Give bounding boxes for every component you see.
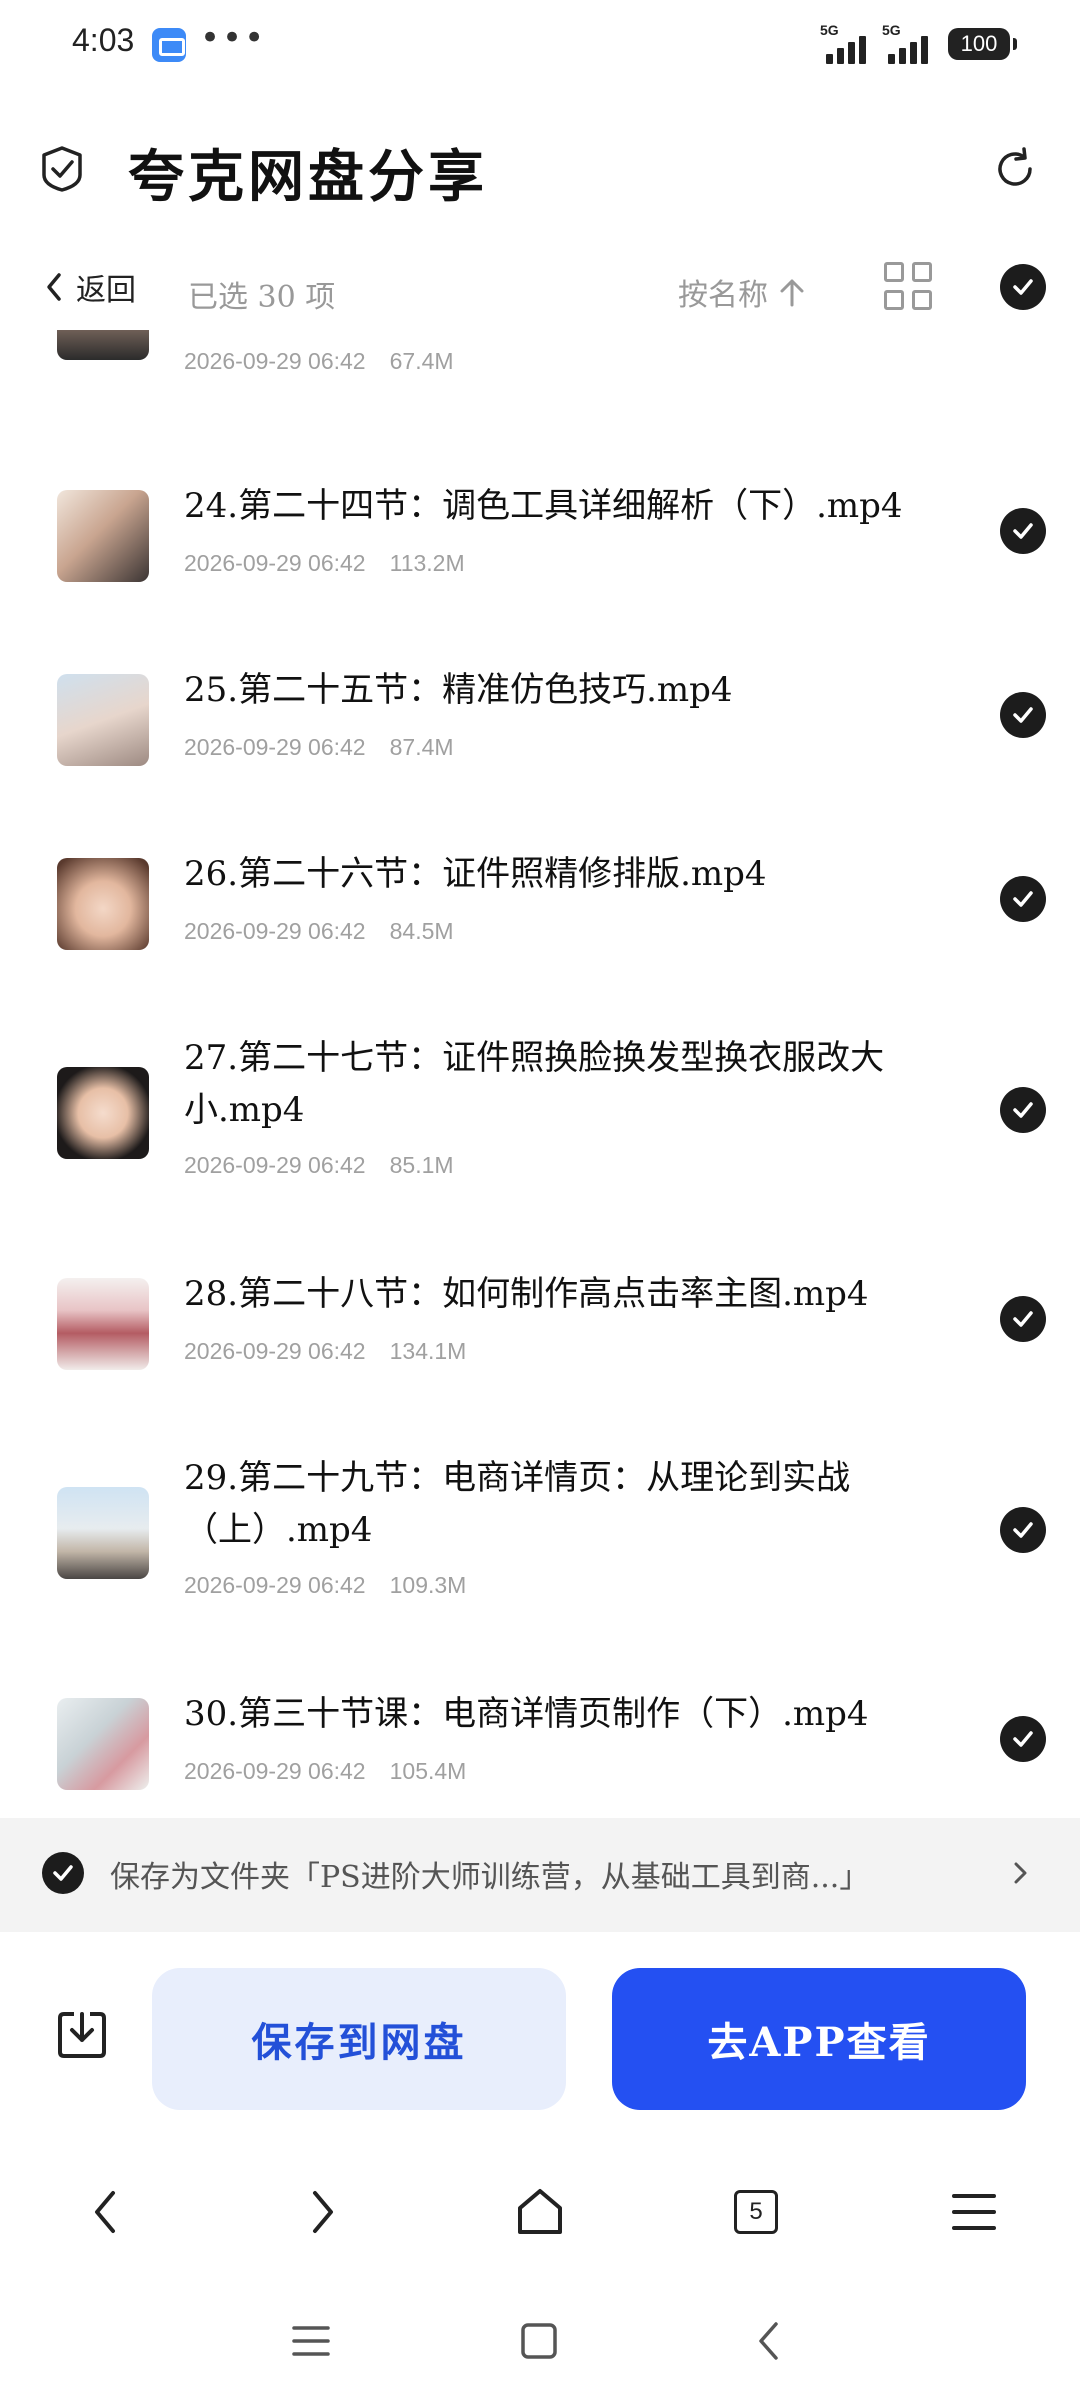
video-thumbnail	[57, 1487, 149, 1579]
status-time: 4:03	[72, 22, 135, 58]
file-meta: 2026-09-29 06:42 85.1M	[184, 1152, 454, 1179]
file-size: 105.4M	[389, 1758, 467, 1784]
refresh-icon[interactable]	[990, 144, 1040, 194]
video-thumbnail	[57, 490, 149, 582]
battery-icon: 100	[948, 28, 1017, 60]
back-button[interactable]: 返回	[44, 262, 136, 312]
file-size: 134.1M	[389, 1338, 467, 1364]
file-row[interactable]: 29.第二十九节：电商详情页：从理论到实战（上）.mp4 2026-09-29 …	[0, 1452, 1080, 1652]
action-bar: 保存到网盘 去APP查看	[0, 1932, 1080, 2142]
chevron-left-icon	[47, 273, 61, 301]
file-date: 2026-09-29 06:42	[184, 1152, 366, 1178]
sort-button[interactable]: 按名称	[678, 270, 806, 314]
browser-nav-bar: 5	[0, 2142, 1080, 2282]
select-all-check-icon[interactable]	[1000, 264, 1046, 310]
tabs-count: 5	[734, 2190, 778, 2234]
check-circle-icon[interactable]	[1000, 876, 1046, 922]
save-folder-text: 保存为文件夹「PS进阶大师训练营，从基础工具到商...」	[110, 1860, 870, 1895]
video-thumbnail	[57, 858, 149, 950]
file-size: 87.4M	[389, 734, 454, 760]
video-thumbnail	[57, 1067, 149, 1159]
file-row[interactable]: 24.第二十四节：调色工具详细解析（下）.mp4 2026-09-29 06:4…	[0, 480, 1080, 630]
back-icon[interactable]	[76, 2182, 136, 2242]
system-back-icon[interactable]	[744, 2316, 794, 2366]
tabs-icon[interactable]: 5	[726, 2182, 786, 2242]
video-thumbnail	[57, 330, 149, 360]
file-meta: 2026-09-29 06:42 67.4M	[184, 348, 454, 375]
home-icon[interactable]	[510, 2182, 570, 2242]
save-folder-bar[interactable]: 保存为文件夹「PS进阶大师训练营，从基础工具到商...」	[0, 1818, 1080, 1932]
file-size: 84.5M	[389, 918, 454, 944]
file-row[interactable]: 27.第二十七节：证件照换脸换发型换衣服改大小.mp4 2026-09-29 0…	[0, 1032, 1080, 1232]
file-meta: 2026-09-29 06:42 84.5M	[184, 918, 454, 945]
menu-icon[interactable]	[944, 2182, 1004, 2242]
browser-app-icon	[152, 28, 186, 62]
shield-check-icon	[42, 146, 82, 192]
file-date: 2026-09-29 06:42	[184, 1758, 366, 1784]
check-circle-icon[interactable]	[42, 1852, 84, 1894]
file-name: 29.第二十九节：电商详情页：从理论到实战（上）.mp4	[184, 1458, 851, 1550]
file-date: 2026-09-29 06:42	[184, 1572, 366, 1598]
video-thumbnail	[57, 1278, 149, 1370]
sort-up-icon	[780, 279, 804, 307]
check-circle-icon[interactable]	[1000, 1716, 1046, 1762]
selection-toolbar: 返回 已选 30 项 按名称	[0, 250, 1080, 324]
file-row[interactable]: 30.第三十节课：电商详情页制作（下）.mp4 2026-09-29 06:42…	[0, 1688, 1080, 1818]
file-name: 27.第二十七节：证件照换脸换发型换衣服改大小.mp4	[184, 1038, 885, 1130]
file-date: 2026-09-29 06:42	[184, 1338, 366, 1364]
page-title: 夸克网盘分享	[128, 144, 488, 210]
file-row[interactable]: 25.第二十五节：精准仿色技巧.mp4 2026-09-29 06:42 87.…	[0, 664, 1080, 814]
file-size: 67.4M	[389, 348, 454, 374]
check-circle-icon[interactable]	[1000, 1507, 1046, 1553]
file-list: 2026-09-29 06:42 67.4M 24.第二十四节：调色工具详细解析…	[0, 330, 1080, 1818]
file-name: 24.第二十四节：调色工具详细解析（下）.mp4	[184, 486, 903, 526]
title-bar: 夸克网盘分享	[0, 110, 1080, 220]
signal-icon: 5G	[820, 22, 880, 64]
file-meta: 2026-09-29 06:42 109.3M	[184, 1572, 466, 1599]
file-size: 85.1M	[389, 1152, 454, 1178]
file-date: 2026-09-29 06:42	[184, 348, 366, 374]
file-name: 30.第三十节课：电商详情页制作（下）.mp4	[184, 1694, 869, 1734]
grid-view-icon[interactable]	[884, 262, 932, 310]
sort-label: 按名称	[678, 278, 768, 313]
check-circle-icon[interactable]	[1000, 692, 1046, 738]
system-nav-bar	[0, 2282, 1080, 2400]
file-meta: 2026-09-29 06:42 113.2M	[184, 550, 465, 577]
file-date: 2026-09-29 06:42	[184, 918, 366, 944]
recents-icon[interactable]	[286, 2316, 336, 2366]
status-bar: 4:03 ••• 5G 5G 100	[0, 0, 1080, 90]
file-meta: 2026-09-29 06:42 105.4M	[184, 1758, 466, 1785]
save-to-drive-button[interactable]: 保存到网盘	[152, 1968, 566, 2110]
back-label: 返回	[76, 273, 136, 308]
file-row[interactable]: 26.第二十六节：证件照精修排版.mp4 2026-09-29 06:42 84…	[0, 848, 1080, 998]
open-in-app-button[interactable]: 去APP查看	[612, 1968, 1026, 2110]
download-icon[interactable]	[56, 2008, 108, 2060]
check-circle-icon[interactable]	[1000, 1087, 1046, 1133]
video-thumbnail	[57, 1698, 149, 1790]
square-icon[interactable]	[514, 2316, 564, 2366]
video-thumbnail	[57, 674, 149, 766]
more-notifications-icon: •••	[200, 18, 267, 58]
file-name: 28.第二十八节：如何制作高点击率主图.mp4	[184, 1274, 869, 1314]
selected-count: 已选 30 项	[188, 280, 336, 315]
file-name: 26.第二十六节：证件照精修排版.mp4	[184, 854, 767, 894]
file-date: 2026-09-29 06:42	[184, 734, 366, 760]
check-circle-icon[interactable]	[1000, 508, 1046, 554]
forward-icon[interactable]	[292, 2182, 352, 2242]
file-size: 113.2M	[389, 550, 465, 576]
check-circle-icon[interactable]	[1000, 1296, 1046, 1342]
chevron-right-icon	[1014, 1862, 1027, 1884]
signal-icon: 5G	[882, 22, 942, 64]
file-date: 2026-09-29 06:42	[184, 550, 366, 576]
file-size: 109.3M	[389, 1572, 467, 1598]
file-meta: 2026-09-29 06:42 87.4M	[184, 734, 454, 761]
file-row[interactable]: 28.第二十八节：如何制作高点击率主图.mp4 2026-09-29 06:42…	[0, 1268, 1080, 1418]
file-meta: 2026-09-29 06:42 134.1M	[184, 1338, 466, 1365]
file-name: 25.第二十五节：精准仿色技巧.mp4	[184, 670, 733, 710]
file-row[interactable]: 2026-09-29 06:42 67.4M	[0, 330, 1080, 400]
